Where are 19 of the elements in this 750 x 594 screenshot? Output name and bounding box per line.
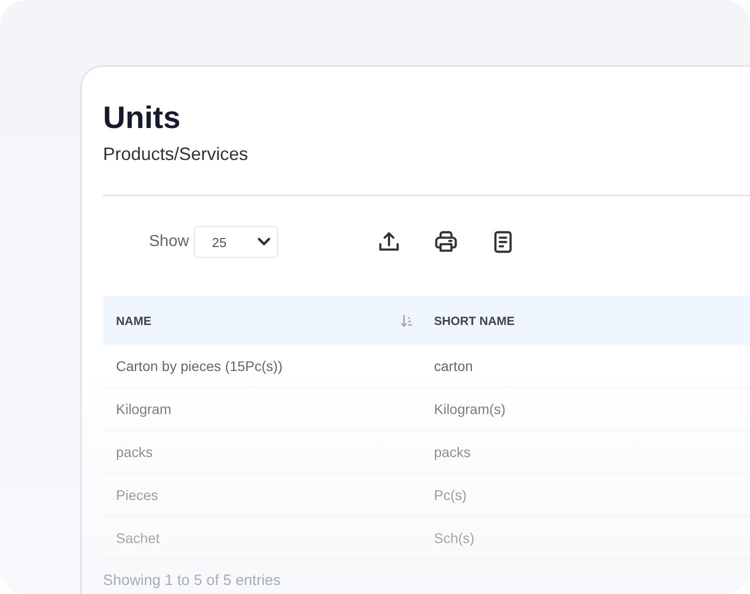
table-cell: packs <box>116 444 153 460</box>
table-cell: Kilogram(s) <box>434 401 506 417</box>
table-cell: Pc(s) <box>434 487 467 503</box>
breadcrumb: Products/Services <box>103 143 250 165</box>
entries-summary: Showing 1 to 5 of 5 entries <box>103 572 282 589</box>
table-cell: Kilogram <box>116 401 172 417</box>
table-cell: Carton by pieces (15Pc(s)) <box>116 358 283 374</box>
chevron-down-icon <box>257 237 272 247</box>
page-size-select[interactable]: 25 <box>194 226 278 258</box>
column-header[interactable]: SHORT NAME <box>421 296 750 345</box>
table-cell: Sch(s) <box>434 530 474 546</box>
table-cell: Pieces <box>116 487 158 503</box>
show-label: Show <box>149 233 190 251</box>
table-cell: carton <box>434 358 473 374</box>
page-title: Units <box>103 99 182 137</box>
print-icon[interactable] <box>433 229 460 255</box>
table-cell: packs <box>434 444 471 460</box>
column-header[interactable]: NAME <box>103 296 421 345</box>
table-cell: Sachet <box>116 530 160 546</box>
